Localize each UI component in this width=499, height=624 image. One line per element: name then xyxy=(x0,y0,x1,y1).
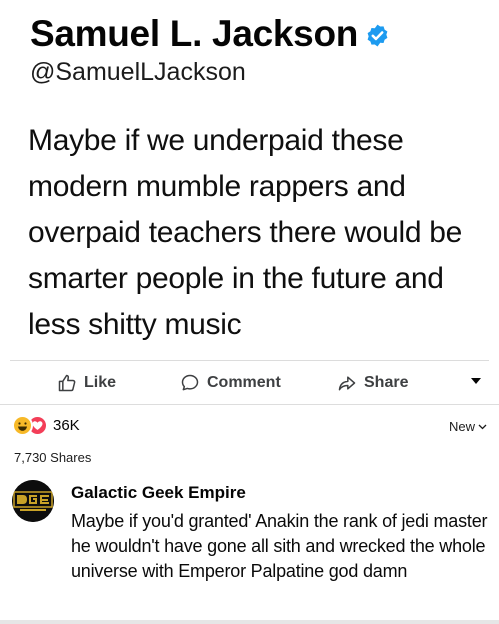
comment-bubble-icon xyxy=(181,374,199,391)
share-arrow-icon xyxy=(338,376,356,391)
chevron-down-icon[interactable] xyxy=(471,378,481,384)
comment-text: Maybe if you'd granted' Anakin the rank … xyxy=(71,511,488,581)
comment-button[interactable]: Comment xyxy=(180,362,281,404)
comment-label: Comment xyxy=(207,374,281,391)
author-name[interactable]: Samuel L. Jackson xyxy=(30,12,358,56)
divider xyxy=(10,360,489,361)
reaction-count: 36K xyxy=(53,417,80,434)
bottom-border xyxy=(0,620,499,624)
share-label: Share xyxy=(364,374,409,391)
verified-badge-icon xyxy=(367,24,388,47)
thumbs-up-icon xyxy=(58,374,76,392)
author-handle[interactable]: @SamuelLJackson xyxy=(30,58,246,87)
gge-logo-icon xyxy=(12,480,54,522)
comment-sort-dropdown[interactable]: New xyxy=(449,419,487,434)
share-button[interactable]: Share xyxy=(337,362,408,404)
divider xyxy=(0,404,499,405)
action-bar: Like Comment Share xyxy=(0,362,499,404)
like-button[interactable]: Like xyxy=(57,362,116,404)
reactions-summary[interactable]: 36K xyxy=(12,415,80,436)
like-label: Like xyxy=(84,374,117,391)
haha-icon xyxy=(12,415,33,436)
commenter-avatar[interactable] xyxy=(12,480,54,522)
author-row: Samuel L. Jackson xyxy=(30,12,390,56)
post-card: Samuel L. Jackson @SamuelLJackson Maybe … xyxy=(0,0,499,624)
commenter-name[interactable]: Galactic Geek Empire xyxy=(71,483,246,503)
sort-label: New xyxy=(448,419,475,434)
post-text: Maybe if we underpaid these modern mumbl… xyxy=(28,124,463,341)
chevron-down-icon xyxy=(478,424,487,429)
share-count[interactable]: 7,730 Shares xyxy=(14,450,91,465)
